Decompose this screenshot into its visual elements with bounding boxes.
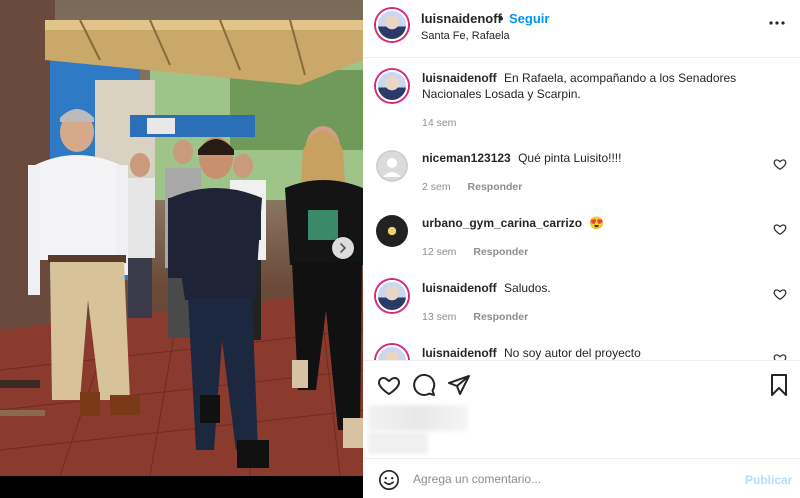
heart-icon[interactable] [773,157,787,171]
emoji-icon[interactable] [378,469,400,491]
chevron-right-icon [340,243,346,253]
more-dots-icon [769,21,785,25]
comment-avatar[interactable] [376,215,408,247]
likes-count-blurred [368,405,468,431]
post-location[interactable]: Santa Fe, Rafaela [421,30,510,42]
comment-username[interactable]: niceman123123 [422,151,511,165]
comment-text: niceman123123 Qué pinta Luisito!!!! [422,150,762,166]
heart-icon[interactable] [773,222,787,236]
comment-body: 😍 [589,216,605,230]
comment-text: luisnaidenoff Saludos. [422,280,762,296]
photo-scene [0,0,363,476]
comment-time[interactable]: 12 sem [422,246,456,258]
comment-username[interactable]: luisnaidenoff [422,346,497,360]
instagram-post-modal: luisnaidenoff • Seguir Santa Fe, Rafaela… [0,0,800,498]
comment-meta: 12 sem Responder [422,246,528,258]
comment-avatar[interactable] [376,150,408,182]
comment-time[interactable]: 2 sem [422,181,451,193]
post-header: luisnaidenoff • Seguir Santa Fe, Rafaela [363,0,800,58]
comment-body: Qué pinta Luisito!!!! [518,151,622,165]
comment-avatar[interactable] [376,280,408,312]
post-actions-bar [363,360,800,408]
comment-input[interactable] [413,468,713,490]
comment-composer: Publicar [363,458,800,498]
reply-button[interactable]: Responder [468,181,523,193]
comment-body: No soy autor del proyecto [504,346,641,360]
comment-text: luisnaidenoff En Rafaela, acompañando a … [422,70,762,102]
comment-avatar[interactable] [376,345,408,360]
reply-button[interactable]: Responder [473,311,528,323]
author-avatar[interactable] [376,9,408,41]
author-username[interactable]: luisnaidenoff [421,11,502,26]
comment-body: Saludos. [504,281,551,295]
reply-button[interactable]: Responder [473,246,528,258]
follow-button[interactable]: Seguir [509,11,549,26]
comment-avatar[interactable] [376,70,408,102]
comment-text: urbano_gym_carina_carrizo 😍 [422,215,762,231]
next-photo-button[interactable] [332,237,354,259]
street-photo-illustration [0,0,363,476]
header-separator: • [499,11,504,26]
like-heart-icon[interactable] [377,373,401,397]
post-photo[interactable] [0,0,363,498]
post-date-blurred [368,432,428,454]
comment-text: luisnaidenoff No soy autor del proyecto [422,345,762,360]
heart-icon[interactable] [773,352,787,360]
comment-username[interactable]: urbano_gym_carina_carrizo [422,216,582,230]
heart-icon[interactable] [773,287,787,301]
comment-meta: 13 sem Responder [422,311,528,323]
save-bookmark-icon[interactable] [767,373,791,397]
default-user-icon [376,150,408,182]
comment-username[interactable]: luisnaidenoff [422,281,497,295]
comment-meta: 14 sem [422,117,456,129]
comment-time[interactable]: 13 sem [422,311,456,323]
post-panel: luisnaidenoff • Seguir Santa Fe, Rafaela… [363,0,800,498]
publish-button[interactable]: Publicar [745,473,792,487]
photo-letterbox [0,476,363,498]
comment-bubble-icon[interactable] [412,373,436,397]
comment-time[interactable]: 14 sem [422,117,456,129]
more-options-icon[interactable] [768,14,786,37]
comment-meta: 2 sem Responder [422,181,522,193]
comments-list[interactable]: luisnaidenoff En Rafaela, acompañando a … [363,58,800,360]
comment-username[interactable]: luisnaidenoff [422,71,497,85]
share-send-icon[interactable] [447,373,471,397]
